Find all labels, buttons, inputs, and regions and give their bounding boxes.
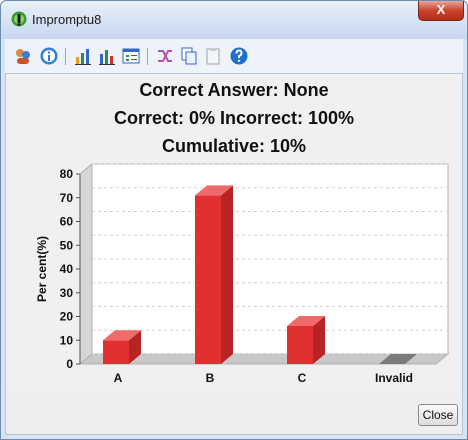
close-button[interactable]: Close [418, 404, 458, 426]
y-tick-label: 30 [60, 286, 74, 300]
x-tick-label: C [298, 371, 307, 385]
info-icon[interactable] [39, 46, 59, 66]
y-tick-label: 10 [60, 333, 74, 347]
bar-side [221, 185, 233, 364]
x-tick-label: A [114, 371, 123, 385]
form-icon[interactable] [121, 46, 141, 66]
copy-icon[interactable] [179, 46, 199, 66]
shuffle-icon[interactable] [155, 46, 175, 66]
app-window: Impromptu8 X Correct Answer: None Correc… [0, 0, 468, 440]
bar-front [103, 340, 129, 364]
bar-front [195, 195, 221, 364]
y-tick-label: 70 [60, 191, 74, 205]
window-title: Impromptu8 [32, 12, 102, 27]
app-logo-icon [11, 11, 27, 27]
y-tick-label: 20 [60, 310, 74, 324]
title-bar[interactable]: Impromptu8 X [1, 1, 467, 39]
column-chart-icon[interactable] [97, 46, 117, 66]
results-bar-chart: 0 10 20 30 40 50 60 70 80 Per cent(%) A B C Invalid [35, 162, 450, 385]
y-tick-label: 50 [60, 238, 74, 252]
clipboard-icon[interactable] [203, 46, 223, 66]
users-icon[interactable] [13, 46, 33, 66]
y-tick-label: 80 [60, 167, 74, 181]
y-tick-label: 60 [60, 215, 74, 229]
x-tick-label: Invalid [375, 371, 413, 385]
help-icon[interactable] [229, 46, 249, 66]
bar-front [287, 326, 313, 364]
y-tick-label: 40 [60, 262, 74, 276]
toolbar-separator [147, 48, 148, 65]
y-tick-label: 0 [66, 357, 73, 371]
results-panel: Correct Answer: None Correct: 0% Incorre… [5, 73, 463, 435]
button-bar [6, 390, 462, 434]
plot-side-wall [79, 162, 93, 366]
window-close-button[interactable]: X [418, 1, 464, 21]
bar-chart-icon[interactable] [73, 46, 93, 66]
toolbar-separator [65, 48, 66, 65]
toolbar [5, 39, 463, 73]
y-axis-title: Per cent(%) [35, 236, 49, 302]
x-tick-label: B [206, 371, 215, 385]
